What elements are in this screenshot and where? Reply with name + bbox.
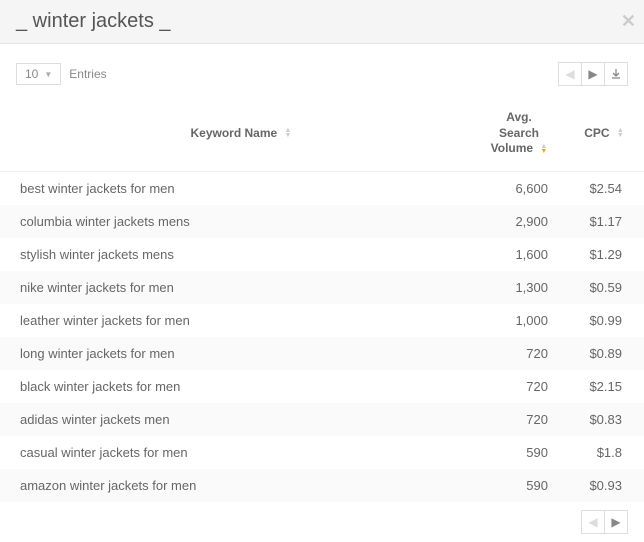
col-volume-l2: Search	[499, 126, 539, 140]
sort-icon: ▲▼	[540, 144, 547, 154]
table-row: stylish winter jackets mens1,600$1.29	[0, 238, 644, 271]
table-row: long winter jackets for men720$0.89	[0, 337, 644, 370]
table-row: adidas winter jackets men720$0.83	[0, 403, 644, 436]
col-keyword-label: Keyword Name	[191, 126, 278, 140]
cell-keyword: leather winter jackets for men	[0, 304, 474, 337]
close-icon[interactable]: ✕	[621, 11, 636, 32]
cell-volume: 1,000	[474, 304, 564, 337]
table-row: leather winter jackets for men1,000$0.99	[0, 304, 644, 337]
entries-control: 10 ▼ Entries	[16, 63, 107, 85]
cell-volume: 720	[474, 370, 564, 403]
download-icon	[610, 68, 622, 80]
table-row: amazon winter jackets for men590$0.93	[0, 469, 644, 502]
page-size-value: 10	[25, 67, 38, 81]
controls-bar: 10 ▼ Entries ◀ ▶	[0, 44, 644, 96]
cell-keyword: long winter jackets for men	[0, 337, 474, 370]
next-page-button[interactable]: ▶	[604, 510, 628, 534]
cell-keyword: adidas winter jackets men	[0, 403, 474, 436]
prev-page-button[interactable]: ◀	[558, 62, 582, 86]
page-title: _ winter jackets _	[16, 10, 171, 33]
cell-volume: 720	[474, 403, 564, 436]
cell-volume: 590	[474, 469, 564, 502]
cell-keyword: best winter jackets for men	[0, 171, 474, 205]
cell-cpc: $1.29	[564, 238, 644, 271]
col-cpc[interactable]: CPC ▲▼	[564, 96, 644, 171]
cell-volume: 2,900	[474, 205, 564, 238]
cell-volume: 1,600	[474, 238, 564, 271]
sort-icon: ▲▼	[617, 128, 624, 138]
cell-cpc: $0.59	[564, 271, 644, 304]
cell-keyword: black winter jackets for men	[0, 370, 474, 403]
next-page-button[interactable]: ▶	[581, 62, 605, 86]
cell-keyword: amazon winter jackets for men	[0, 469, 474, 502]
table-row: nike winter jackets for men1,300$0.59	[0, 271, 644, 304]
prev-page-button[interactable]: ◀	[581, 510, 605, 534]
download-button[interactable]	[604, 62, 628, 86]
cell-cpc: $0.89	[564, 337, 644, 370]
cell-cpc: $2.54	[564, 171, 644, 205]
cell-cpc: $0.99	[564, 304, 644, 337]
col-keyword[interactable]: Keyword Name ▲▼	[0, 96, 474, 171]
cell-cpc: $1.8	[564, 436, 644, 469]
col-volume[interactable]: Avg. Search Volume ▲▼	[474, 96, 564, 171]
cell-volume: 1,300	[474, 271, 564, 304]
caret-down-icon: ▼	[44, 70, 52, 79]
cell-volume: 720	[474, 337, 564, 370]
top-nav: ◀ ▶	[559, 62, 628, 86]
cell-cpc: $0.93	[564, 469, 644, 502]
cell-cpc: $0.83	[564, 403, 644, 436]
page-size-select[interactable]: 10 ▼	[16, 63, 61, 85]
bottom-nav: ◀ ▶	[582, 510, 628, 534]
cell-keyword: nike winter jackets for men	[0, 271, 474, 304]
col-volume-l1: Avg.	[506, 110, 532, 124]
table-row: best winter jackets for men6,600$2.54	[0, 171, 644, 205]
cell-cpc: $2.15	[564, 370, 644, 403]
cell-cpc: $1.17	[564, 205, 644, 238]
cell-volume: 590	[474, 436, 564, 469]
col-cpc-label: CPC	[584, 126, 609, 140]
footer-bar: ◀ ▶	[0, 502, 644, 542]
col-volume-l3: Volume	[491, 141, 533, 155]
entries-label: Entries	[69, 67, 106, 81]
sort-icon: ▲▼	[285, 128, 292, 138]
cell-keyword: stylish winter jackets mens	[0, 238, 474, 271]
keywords-table: Keyword Name ▲▼ Avg. Search Volume ▲▼ CP…	[0, 96, 644, 502]
panel-header: _ winter jackets _ ✕	[0, 0, 644, 44]
table-row: casual winter jackets for men590$1.8	[0, 436, 644, 469]
cell-keyword: columbia winter jackets mens	[0, 205, 474, 238]
table-row: black winter jackets for men720$2.15	[0, 370, 644, 403]
cell-volume: 6,600	[474, 171, 564, 205]
cell-keyword: casual winter jackets for men	[0, 436, 474, 469]
table-row: columbia winter jackets mens2,900$1.17	[0, 205, 644, 238]
